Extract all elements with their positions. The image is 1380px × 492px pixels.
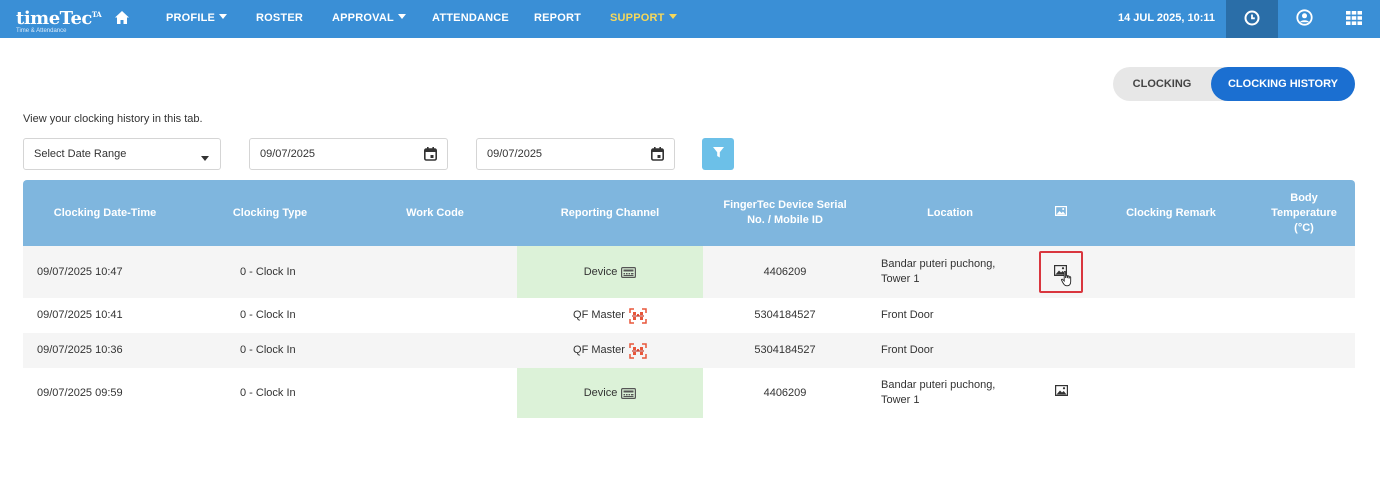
nav-support[interactable]: SUPPORT <box>610 12 677 24</box>
user-circle-icon <box>1295 9 1313 29</box>
logo-subtitle: Time & Attendance <box>16 28 67 34</box>
clocking-tab[interactable]: CLOCKING <box>1113 67 1211 101</box>
header-clocking-remark[interactable]: Clocking Remark <box>1089 180 1253 246</box>
header-location[interactable]: Location <box>867 180 1033 246</box>
timetec-logo[interactable]: timeTecTA Time & Attendance <box>16 5 102 35</box>
nav-report[interactable]: REPORT <box>534 12 581 24</box>
table-row[interactable]: 09/07/2025 10:41 0 - Clock In QF Master … <box>23 298 1355 333</box>
cell-photo <box>1038 246 1084 298</box>
clocking-history-tab[interactable]: CLOCKING HISTORY <box>1211 67 1355 101</box>
header-photo <box>1033 180 1089 246</box>
cell-datetime: 09/07/2025 10:47 <box>37 265 123 278</box>
device-terminal-icon <box>621 266 637 278</box>
clock-button[interactable] <box>1226 0 1278 38</box>
nav-profile[interactable]: PROFILE <box>166 12 228 24</box>
from-date-value: 09/07/2025 <box>260 148 316 160</box>
home-icon[interactable] <box>114 10 130 26</box>
cell-channel: Device <box>517 246 703 298</box>
nav-attendance[interactable]: ATTENDANCE <box>432 12 509 24</box>
nav-roster[interactable]: ROSTER <box>256 12 303 24</box>
header-clocking-datetime[interactable]: Clocking Date-Time <box>23 180 187 246</box>
qr-scan-icon <box>629 307 647 324</box>
view-photo-button[interactable] <box>1038 368 1084 418</box>
cell-channel: Device <box>517 368 703 418</box>
profile-button[interactable] <box>1278 0 1330 38</box>
image-icon <box>1055 205 1068 221</box>
image-icon <box>1054 385 1068 401</box>
table-row[interactable]: 09/07/2025 09:59 0 - Clock In Device 440… <box>23 368 1355 418</box>
cell-location: Bandar puteri puchong, Tower 1 <box>881 258 996 285</box>
cell-serial: 4406209 <box>763 265 807 278</box>
table-header: Clocking Date-Time Clocking Type Work Co… <box>23 180 1355 246</box>
cell-location: Bandar puteri puchong, Tower 1 <box>881 379 996 406</box>
page-description: View your clocking history in this tab. <box>23 113 203 125</box>
cell-datetime: 09/07/2025 10:41 <box>37 309 123 321</box>
header-body-temperature[interactable]: Body Temperature (°C) <box>1253 180 1355 246</box>
chevron-down-icon <box>397 14 406 19</box>
hand-pointer-icon <box>1061 271 1073 292</box>
cell-type: 0 - Clock In <box>240 265 296 278</box>
header-work-code[interactable]: Work Code <box>353 180 517 246</box>
grid-icon <box>1346 10 1362 28</box>
filter-icon <box>712 147 724 161</box>
cell-serial: 5304184527 <box>754 344 816 356</box>
cell-serial: 4406209 <box>763 386 807 399</box>
cell-location: Front Door <box>881 309 934 321</box>
header-device-serial[interactable]: FingerTec Device Serial No. / Mobile ID <box>703 180 867 246</box>
cell-datetime: 09/07/2025 10:36 <box>37 344 123 356</box>
cell-channel: QF Master <box>517 298 703 333</box>
clock-icon <box>1244 10 1260 29</box>
clocking-history-table: Clocking Date-Time Clocking Type Work Co… <box>23 180 1355 418</box>
view-photo-button[interactable] <box>1039 251 1083 293</box>
caret-down-icon <box>201 152 209 164</box>
table-row[interactable]: 09/07/2025 10:36 0 - Clock In QF Master … <box>23 333 1355 368</box>
from-date-input[interactable]: 09/07/2025 <box>249 138 448 170</box>
cell-datetime: 09/07/2025 09:59 <box>37 386 123 399</box>
device-terminal-icon <box>621 387 637 399</box>
cell-type: 0 - Clock In <box>240 386 296 399</box>
top-navigation-bar: timeTecTA Time & Attendance PROFILE ROST… <box>0 0 1380 38</box>
cell-type: 0 - Clock In <box>240 309 296 321</box>
filter-button[interactable] <box>702 138 734 170</box>
header-clocking-type[interactable]: Clocking Type <box>187 180 353 246</box>
cell-location: Front Door <box>881 344 934 356</box>
logo-text: timeTec <box>16 8 92 29</box>
calendar-icon[interactable] <box>651 147 664 164</box>
date-range-select[interactable]: Select Date Range <box>23 138 221 170</box>
current-datetime: 14 JUL 2025, 10:11 <box>1118 12 1216 24</box>
logo-superscript: TA <box>91 10 102 19</box>
apps-button[interactable] <box>1328 0 1380 38</box>
to-date-value: 09/07/2025 <box>487 148 543 160</box>
cell-serial: 5304184527 <box>754 309 816 321</box>
date-range-select-value: Select Date Range <box>34 148 127 160</box>
qr-scan-icon <box>629 342 647 359</box>
cell-channel: QF Master <box>517 333 703 368</box>
table-row[interactable]: 09/07/2025 10:47 0 - Clock In Device 440… <box>23 246 1355 298</box>
cell-type: 0 - Clock In <box>240 344 296 356</box>
nav-approval[interactable]: APPROVAL <box>332 12 406 24</box>
clocking-view-toggle: CLOCKING CLOCKING HISTORY <box>1113 67 1355 101</box>
to-date-input[interactable]: 09/07/2025 <box>476 138 675 170</box>
header-reporting-channel[interactable]: Reporting Channel <box>517 180 703 246</box>
chevron-down-icon <box>668 14 677 19</box>
calendar-icon[interactable] <box>424 147 437 164</box>
chevron-down-icon <box>219 14 228 19</box>
